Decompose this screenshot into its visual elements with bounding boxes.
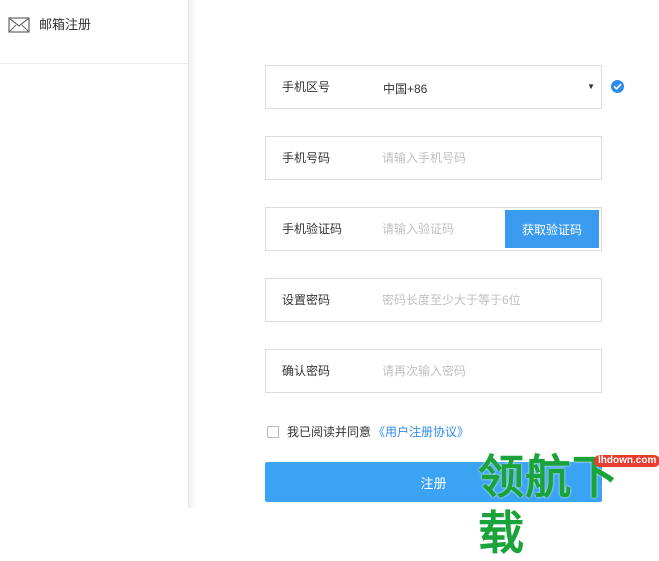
watermark-url: lhdown.com [594, 455, 659, 467]
agreement: 我已阅读并同意 《用户注册协议》 [267, 423, 469, 440]
sidebar-item-email-register[interactable]: 邮箱注册 [0, 0, 188, 64]
agreement-text: 我已阅读并同意 [287, 425, 372, 439]
password-row: 设置密码 [265, 278, 602, 322]
get-sms-code-button[interactable]: 获取验证码 [505, 210, 599, 248]
register-button[interactable]: 注册 [265, 462, 602, 502]
sidebar-item-label: 邮箱注册 [39, 17, 92, 32]
confirm-password-row: 确认密码 [265, 349, 602, 393]
confirm-password-input[interactable] [382, 350, 592, 392]
check-circle-icon [611, 80, 624, 93]
phone-area-value: 中国+86 [383, 82, 428, 96]
envelope-icon [8, 17, 30, 33]
sms-code-label: 手机验证码 [282, 222, 343, 236]
sms-code-input[interactable] [382, 208, 500, 250]
password-input[interactable] [382, 279, 592, 321]
phone-number-label: 手机号码 [282, 151, 331, 165]
caret-down-icon: ▼ [587, 82, 595, 91]
phone-area-label: 手机区号 [282, 80, 331, 94]
agreement-checkbox[interactable] [267, 425, 279, 438]
sidebar-divider [189, 0, 197, 508]
password-label: 设置密码 [282, 293, 331, 307]
sms-code-row: 手机验证码 获取验证码 [265, 207, 602, 251]
user-agreement-link[interactable]: 《用户注册协议》 [373, 423, 469, 440]
phone-number-row: 手机号码 [265, 136, 602, 180]
phone-area-select[interactable]: 手机区号 中国+86 ▼ [265, 65, 602, 109]
confirm-password-label: 确认密码 [282, 364, 331, 378]
phone-number-input[interactable] [382, 137, 592, 179]
sidebar: 邮箱注册 [0, 0, 189, 508]
